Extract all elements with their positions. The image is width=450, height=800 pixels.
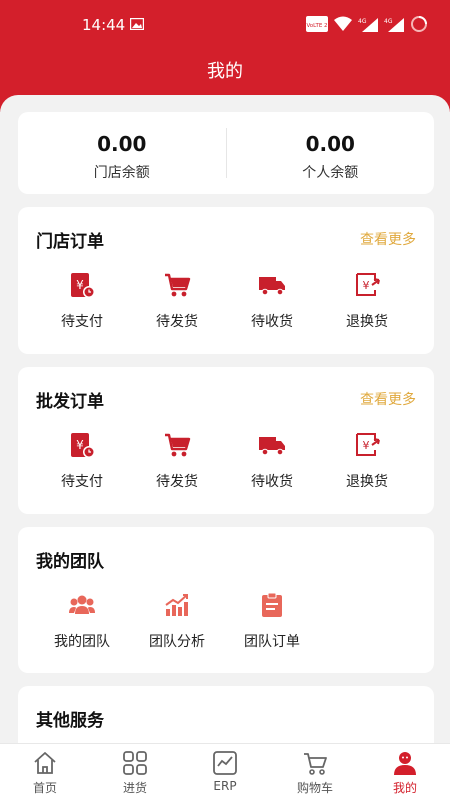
pending-payment-icon: ¥ — [71, 273, 95, 298]
store-balance-value: 0.00 — [97, 132, 147, 156]
svg-text:¥: ¥ — [76, 278, 84, 292]
content-area: 0.00 门店余额 0.00 个人余额 门店订单 查看更多 ¥ 待支付 待发货 … — [0, 95, 450, 743]
personal-balance-label: 个人余额 — [302, 165, 359, 181]
cart-outline-icon — [304, 753, 327, 775]
person-icon — [394, 752, 416, 775]
store-order-pending-shipment[interactable]: 待发货 — [132, 271, 222, 331]
wholesale-order-returns[interactable]: ¥ 退换货 — [322, 431, 412, 491]
tab-mine-label: 我的 — [392, 781, 417, 795]
team-label: 团队订单 — [244, 634, 300, 650]
wholesale-orders-more-link[interactable]: 查看更多 — [360, 389, 416, 409]
tab-home[interactable]: 首页 — [0, 750, 90, 796]
store-balance-label: 门店余额 — [93, 165, 150, 181]
battery-ring-icon — [411, 16, 427, 32]
store-order-pending-payment[interactable]: ¥ 待支付 — [37, 271, 127, 331]
cart-icon — [165, 273, 191, 297]
other-services-title: 其他服务 — [36, 711, 104, 731]
wholesale-order-pending-shipment[interactable]: 待发货 — [132, 431, 222, 491]
personal-balance-value: 0.00 — [305, 132, 355, 156]
svg-text:¥: ¥ — [363, 439, 370, 452]
volte-text: VoLTE 2 — [306, 23, 327, 29]
volte-badge-icon: VoLTE 2 — [306, 16, 328, 32]
team-my-team[interactable]: 我的团队 — [37, 591, 127, 651]
wholesale-order-label: 待收货 — [251, 474, 293, 490]
store-balance[interactable]: 0.00 门店余额 — [18, 112, 226, 194]
tab-erp-label: ERP — [213, 779, 237, 793]
tab-cart-label: 购物车 — [296, 781, 333, 795]
store-orders-title: 门店订单 — [36, 232, 104, 252]
tab-cart[interactable]: 购物车 — [270, 750, 360, 796]
wholesale-orders-card: 批发订单 查看更多 ¥ 待支付 待发货 待收货 ¥ 退换货 — [18, 367, 434, 514]
return-icon: ¥ — [356, 433, 380, 456]
status-bar: 14:44 VoLTE 2 4G 4G — [0, 0, 450, 50]
store-orders-grid: ¥ 待支付 待发货 待收货 ¥ 退换货 — [18, 271, 434, 341]
team-grid: 我的团队 团队分析 团队订单 — [18, 591, 434, 661]
balance-card: 0.00 门店余额 0.00 个人余额 — [18, 112, 434, 194]
network-label-a: 4G — [358, 18, 367, 25]
bar-chart-icon — [165, 594, 188, 616]
wholesale-order-label: 退换货 — [346, 474, 388, 490]
other-services-card: 其他服务 — [18, 686, 434, 743]
tab-mine[interactable]: 我的 — [360, 750, 450, 796]
team-label: 团队分析 — [149, 634, 205, 650]
wholesale-orders-title: 批发订单 — [36, 392, 104, 412]
grid-icon — [123, 751, 147, 775]
wholesale-order-label: 待支付 — [61, 474, 103, 490]
network-label-b: 4G — [384, 18, 393, 25]
personal-balance[interactable]: 0.00 个人余额 — [227, 112, 435, 194]
tab-erp[interactable]: ERP — [180, 750, 270, 793]
wholesale-order-pending-receipt[interactable]: 待收货 — [227, 431, 317, 491]
store-order-label: 退换货 — [346, 314, 388, 330]
team-orders[interactable]: 团队订单 — [227, 591, 317, 651]
pending-payment-icon: ¥ — [71, 433, 95, 458]
signal-4g-icon-2: 4G — [384, 18, 404, 32]
tab-purchase[interactable]: 进货 — [90, 750, 180, 796]
wifi-icon — [334, 16, 352, 31]
team-label: 我的团队 — [54, 634, 110, 650]
bottom-tab-bar: 首页 进货 ERP 购物车 我的 — [0, 743, 450, 800]
image-notification-icon — [130, 18, 144, 30]
cart-icon — [165, 433, 191, 457]
wholesale-order-label: 待发货 — [156, 474, 198, 490]
clipboard-icon — [262, 592, 282, 617]
store-order-label: 待收货 — [251, 314, 293, 330]
store-order-label: 待发货 — [156, 314, 198, 330]
truck-icon — [259, 437, 285, 456]
team-analysis[interactable]: 团队分析 — [132, 591, 222, 651]
tab-purchase-label: 进货 — [122, 781, 147, 795]
store-order-label: 待支付 — [61, 314, 103, 330]
erp-chart-icon — [213, 751, 237, 775]
wholesale-orders-grid: ¥ 待支付 待发货 待收货 ¥ 退换货 — [18, 431, 434, 501]
signal-4g-icon-1: 4G — [358, 18, 378, 32]
status-time: 14:44 — [82, 16, 126, 34]
truck-icon — [259, 277, 285, 296]
wholesale-order-pending-payment[interactable]: ¥ 待支付 — [37, 431, 127, 491]
home-icon — [34, 752, 56, 774]
store-order-returns[interactable]: ¥ 退换货 — [322, 271, 412, 331]
return-icon: ¥ — [356, 273, 380, 296]
svg-text:¥: ¥ — [363, 279, 370, 292]
page-title: 我的 — [207, 61, 243, 82]
team-card: 我的团队 我的团队 团队分析 团队订单 — [18, 527, 434, 673]
tab-home-label: 首页 — [32, 781, 57, 795]
svg-text:¥: ¥ — [76, 438, 84, 452]
team-title: 我的团队 — [36, 552, 104, 572]
store-order-pending-receipt[interactable]: 待收货 — [227, 271, 317, 331]
store-orders-more-link[interactable]: 查看更多 — [360, 229, 416, 249]
store-orders-card: 门店订单 查看更多 ¥ 待支付 待发货 待收货 ¥ 退换货 — [18, 207, 434, 354]
group-icon — [69, 595, 95, 614]
